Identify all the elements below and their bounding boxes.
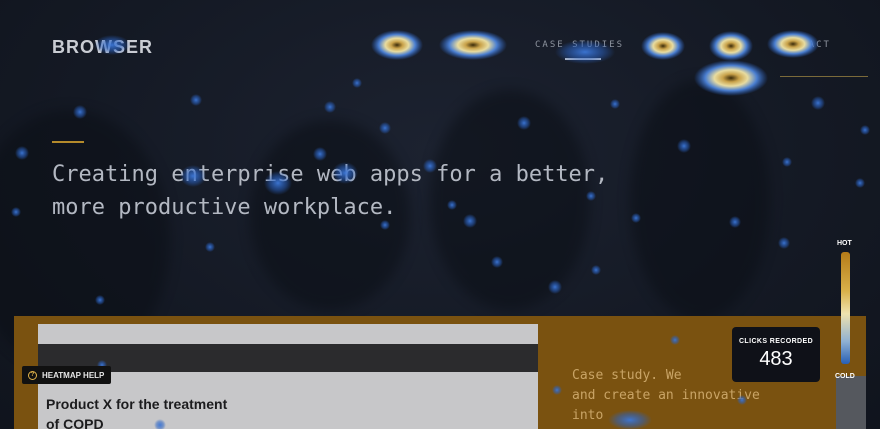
hero-line: more productive workplace. — [52, 195, 397, 220]
clicks-recorded-value: 483 — [759, 348, 793, 370]
nav-active-underline — [565, 58, 601, 60]
case-study-title: Product X for the treatment of COPD — [46, 396, 228, 429]
heatmap-help-button[interactable]: ? HEATMAP HELP — [22, 366, 112, 384]
help-circle-icon: ? — [28, 370, 37, 380]
nav-contact[interactable]: CONTACT — [779, 40, 831, 50]
legend-cold-label: COLD — [835, 373, 855, 380]
heat-legend-scale — [841, 252, 850, 364]
clicks-recorded-panel: CLICKS RECORDED 483 — [732, 327, 820, 382]
clicks-recorded-label: CLICKS RECORDED — [738, 338, 814, 345]
side-image-block — [836, 376, 866, 429]
nav-case-studies[interactable]: CASE STUDIES — [535, 40, 624, 50]
heatmap-help-label: HEATMAP HELP — [42, 370, 105, 380]
legend-hot-label: HOT — [837, 240, 852, 247]
hero-line: Creating enterprise web apps for a bette… — [52, 162, 609, 187]
nav-divider — [780, 76, 868, 77]
hero-accent-line — [52, 141, 84, 143]
case-study-card[interactable]: Product X for the treatment of COPD — [38, 324, 538, 429]
card-image-strip — [38, 344, 538, 372]
site-logo[interactable]: BROWSER — [52, 37, 153, 58]
hero-heading: Creating enterprise web apps for a bette… — [52, 158, 692, 224]
